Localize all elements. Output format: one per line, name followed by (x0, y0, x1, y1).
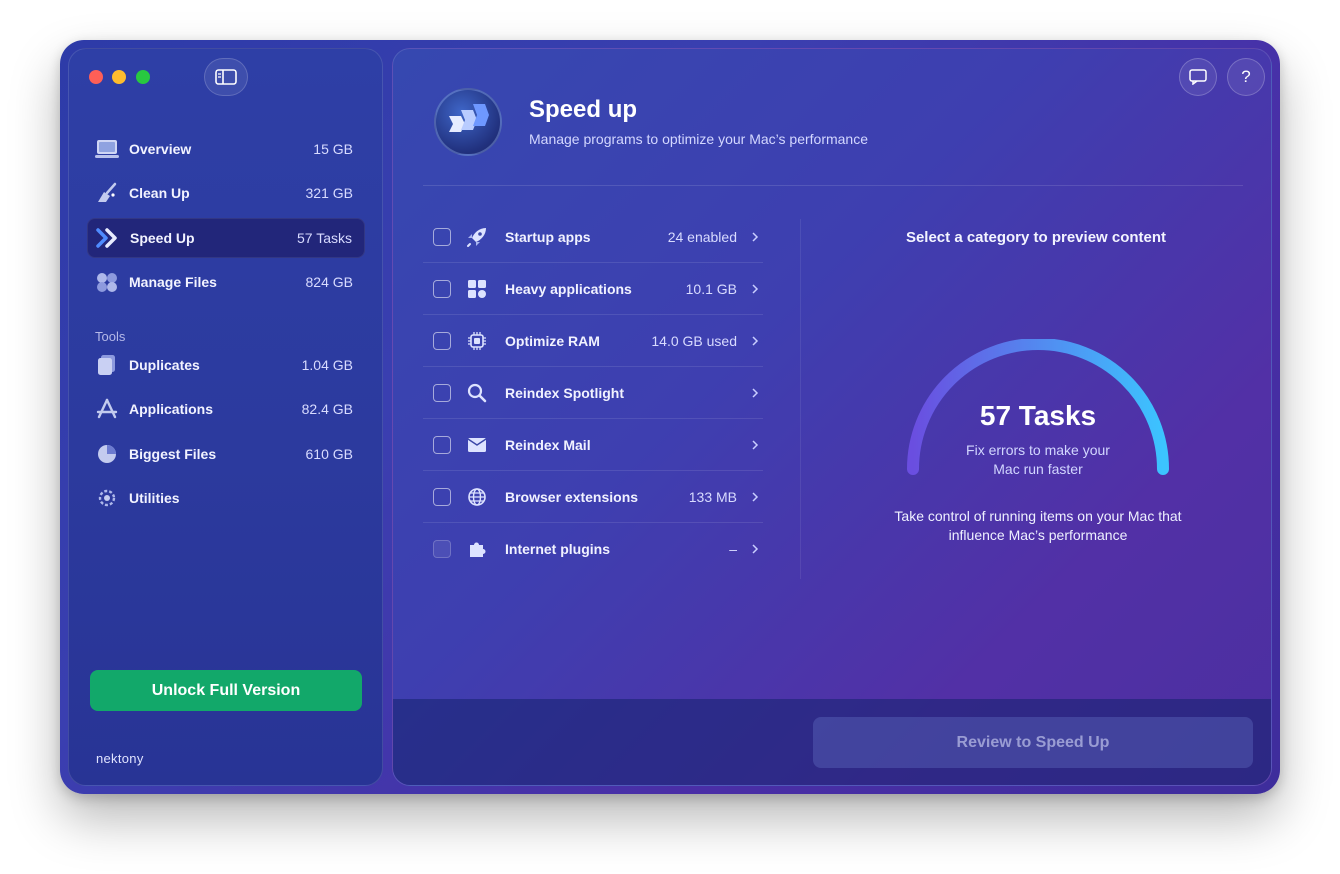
brand-logo: nektony (96, 751, 144, 766)
app-window: Overview 15 GB Clean Up 321 GB Speed Up … (60, 40, 1280, 794)
sidebar-item-label: Manage Files (129, 274, 217, 290)
task-value: 10.1 GB (685, 280, 737, 297)
tasks-count: 57 Tasks (979, 400, 1097, 431)
sidebar-item-label: Applications (129, 401, 214, 417)
search-icon (465, 381, 489, 405)
chevron-right-icon (747, 231, 763, 243)
puzzle-icon (465, 537, 489, 561)
task-checkbox[interactable] (433, 540, 451, 558)
task-row-startup-apps[interactable]: Startup apps 24 enabled (423, 211, 763, 263)
sidebar-item-manage-files[interactable]: Manage Files 824 GB (87, 262, 365, 302)
chevron-right-icon (747, 283, 763, 295)
speed-up-hero-icon (434, 88, 502, 156)
sidebar-item-label: Utilities (129, 490, 180, 506)
chevron-right-icon (747, 387, 763, 399)
main-panel: ? Speed up Manage programs to optimize y… (392, 48, 1272, 786)
sidebar-item-overview[interactable]: Overview 15 GB (87, 129, 365, 169)
chip-icon (465, 329, 489, 353)
minimize-window-button[interactable] (112, 70, 126, 84)
task-label: Reindex Mail (505, 436, 591, 453)
grid-icon (465, 277, 489, 301)
task-label: Heavy applications (505, 280, 632, 297)
speed-arrows-icon (96, 226, 120, 250)
sidebar-item-utilities[interactable]: Utilities (87, 478, 365, 518)
sidebar-item-label: Clean Up (129, 185, 190, 201)
task-label: Reindex Spotlight (505, 384, 624, 401)
tasks-count-description: Fix errors to make your Mac run faster (966, 442, 1110, 477)
task-row-optimize-ram[interactable]: Optimize RAM 14.0 GB used (423, 315, 763, 367)
task-checkbox[interactable] (433, 279, 451, 298)
preview-title: Select a category to preview content (905, 229, 1167, 246)
gear-icon (95, 486, 119, 510)
rocket-icon (465, 225, 489, 249)
chat-icon (1189, 69, 1207, 85)
sidebar-item-value: 824 GB (305, 274, 353, 290)
sidebar-item-applications[interactable]: Applications 82.4 GB (87, 389, 365, 429)
chevron-right-icon (747, 335, 763, 347)
footer-bar: Review to Speed Up (393, 699, 1271, 785)
header-divider (423, 185, 1243, 186)
duplicates-icon (95, 353, 119, 377)
task-row-heavy-applications[interactable]: Heavy applications 10.1 GB (423, 263, 763, 315)
task-label: Internet plugins (505, 541, 610, 557)
sidebar-item-biggest-files[interactable]: Biggest Files 610 GB (87, 434, 365, 474)
sidebar-item-label: Duplicates (129, 357, 200, 373)
list-preview-divider (800, 219, 801, 579)
chevron-right-icon (747, 543, 763, 555)
page-subtitle: Manage programs to optimize your Mac’s p… (529, 131, 869, 147)
task-checkbox[interactable] (433, 227, 451, 246)
feedback-button[interactable] (1179, 58, 1217, 96)
task-value: 133 MB (688, 488, 737, 505)
tools-section-label: Tools (95, 329, 126, 344)
task-value: 24 enabled (667, 228, 737, 245)
task-row-reindex-spotlight[interactable]: Reindex Spotlight (423, 367, 763, 419)
close-window-button[interactable] (89, 70, 103, 84)
sidebar-item-value: 1.04 GB (301, 357, 353, 373)
sidebar: Overview 15 GB Clean Up 321 GB Speed Up … (68, 48, 383, 786)
sidebar-item-value: 15 GB (313, 141, 353, 157)
globe-icon (465, 485, 489, 509)
task-value: 14.0 GB used (651, 332, 737, 349)
task-row-reindex-mail[interactable]: Reindex Mail (423, 419, 763, 471)
preview-description: Take control of running items on your Ma… (894, 508, 1182, 543)
sidebar-toggle-button[interactable] (204, 58, 248, 96)
sidebar-item-value: 82.4 GB (301, 401, 353, 417)
chevron-right-icon (747, 491, 763, 503)
sidebar-icon (215, 69, 237, 85)
unlock-full-version-button[interactable]: Unlock Full Version (90, 670, 362, 711)
task-label: Optimize RAM (505, 332, 600, 349)
task-row-browser-extensions[interactable]: Browser extensions 133 MB (423, 471, 763, 523)
mail-icon (465, 433, 489, 457)
review-to-speed-up-button[interactable]: Review to Speed Up (813, 717, 1253, 768)
task-checkbox[interactable] (433, 383, 451, 402)
chevron-right-icon (747, 439, 763, 451)
applications-icon (95, 397, 119, 421)
sidebar-item-speed-up[interactable]: Speed Up 57 Tasks (87, 218, 365, 258)
task-checkbox[interactable] (433, 331, 451, 350)
sidebar-item-value: 57 Tasks (297, 230, 352, 246)
task-label: Startup apps (505, 228, 591, 245)
sidebar-item-label: Speed Up (130, 230, 195, 246)
files-bubbles-icon (95, 270, 119, 294)
sidebar-item-clean-up[interactable]: Clean Up 321 GB (87, 173, 365, 213)
sidebar-item-value: 610 GB (305, 446, 353, 462)
task-value: – (729, 541, 737, 557)
page-title: Speed up (529, 96, 638, 123)
task-checkbox[interactable] (433, 435, 451, 454)
broom-icon (95, 181, 119, 205)
sidebar-item-value: 321 GB (305, 185, 353, 201)
sidebar-item-label: Biggest Files (129, 446, 217, 462)
sidebar-item-label: Overview (129, 141, 192, 157)
pie-icon (95, 442, 119, 466)
zoom-window-button[interactable] (136, 70, 150, 84)
task-row-internet-plugins[interactable]: Internet plugins – (423, 523, 763, 575)
task-label: Browser extensions (505, 488, 639, 505)
help-button[interactable]: ? (1227, 58, 1265, 96)
sidebar-item-duplicates[interactable]: Duplicates 1.04 GB (87, 345, 365, 385)
task-checkbox[interactable] (433, 487, 451, 506)
laptop-icon (95, 137, 119, 161)
